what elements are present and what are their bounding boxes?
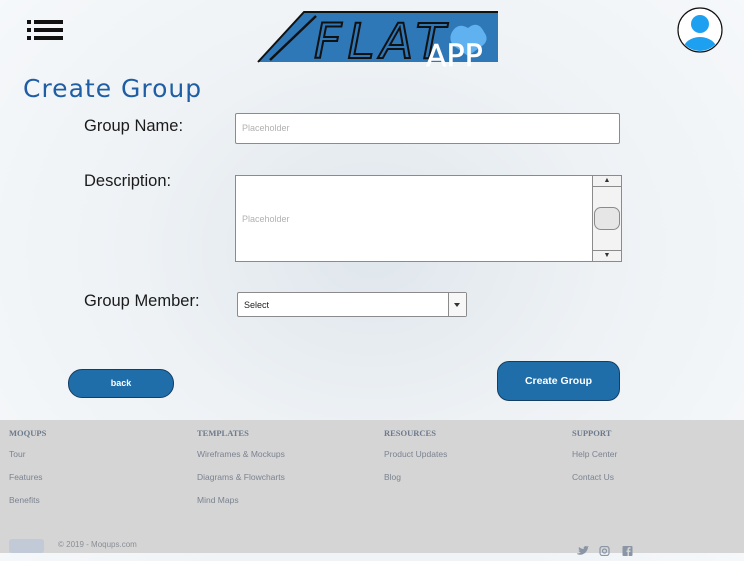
group-name-input[interactable]: Placeholder	[235, 113, 620, 144]
scroll-thumb[interactable]	[594, 207, 620, 230]
footer-link-tour[interactable]: Tour	[9, 449, 46, 459]
copyright-text: © 2019 - Moqups.com	[58, 540, 137, 549]
footer-column-title: MOQUPS	[9, 428, 47, 438]
moqups-logo-icon	[9, 539, 44, 553]
instagram-icon[interactable]	[599, 543, 611, 557]
page-title: Create Group	[23, 74, 203, 103]
footer-link-benefits[interactable]: Benefits	[9, 495, 46, 505]
group-member-label: Group Member:	[84, 292, 200, 310]
group-member-selected-value: Select	[244, 300, 270, 310]
twitter-icon[interactable]	[577, 543, 589, 555]
footer-column-support: SUPPORT Help Center Contact Us	[572, 428, 617, 495]
footer-link-help-center[interactable]: Help Center	[572, 449, 617, 459]
logo-badge: APP	[426, 39, 483, 70]
description-label: Description:	[84, 172, 172, 190]
description-placeholder: Placeholder	[242, 214, 290, 224]
footer-column-title: RESOURCES	[384, 428, 436, 438]
footer-column-resources: RESOURCES Product Updates Blog	[384, 428, 447, 495]
facebook-icon[interactable]	[622, 543, 634, 556]
footer-link-blog[interactable]: Blog	[384, 472, 447, 482]
footer-column-moqups: MOQUPS Tour Features Benefits	[9, 428, 46, 518]
scroll-down-arrow-icon[interactable]: ▼	[593, 250, 621, 261]
hamburger-list-icon[interactable]	[27, 18, 63, 42]
footer-link-features[interactable]: Features	[9, 472, 46, 482]
chevron-down-icon[interactable]	[448, 293, 466, 316]
footer: MOQUPS Tour Features Benefits TEMPLATES …	[0, 420, 744, 557]
back-button[interactable]: back	[68, 369, 174, 398]
description-textarea[interactable]: Placeholder ▲ ▼	[235, 175, 622, 262]
footer-link-product-updates[interactable]: Product Updates	[384, 449, 447, 459]
footer-link-diagrams[interactable]: Diagrams & Flowcharts	[197, 472, 285, 482]
footer-link-contact-us[interactable]: Contact Us	[572, 472, 617, 482]
user-avatar-icon[interactable]	[677, 7, 723, 53]
group-name-label: Group Name:	[84, 117, 184, 135]
footer-column-title: TEMPLATES	[197, 428, 249, 438]
create-group-button[interactable]: Create Group	[497, 361, 620, 401]
group-name-placeholder: Placeholder	[242, 123, 290, 133]
flat-app-logo: FLAT APP	[256, 10, 500, 74]
footer-column-templates: TEMPLATES Wireframes & Mockups Diagrams …	[197, 428, 285, 518]
footer-link-mind-maps[interactable]: Mind Maps	[197, 495, 285, 505]
footer-column-title: SUPPORT	[572, 428, 612, 438]
group-member-select[interactable]: Select	[237, 292, 467, 317]
scroll-up-arrow-icon[interactable]: ▲	[593, 176, 621, 187]
footer-link-wireframes[interactable]: Wireframes & Mockups	[197, 449, 285, 459]
description-scrollbar[interactable]: ▲ ▼	[592, 176, 621, 261]
